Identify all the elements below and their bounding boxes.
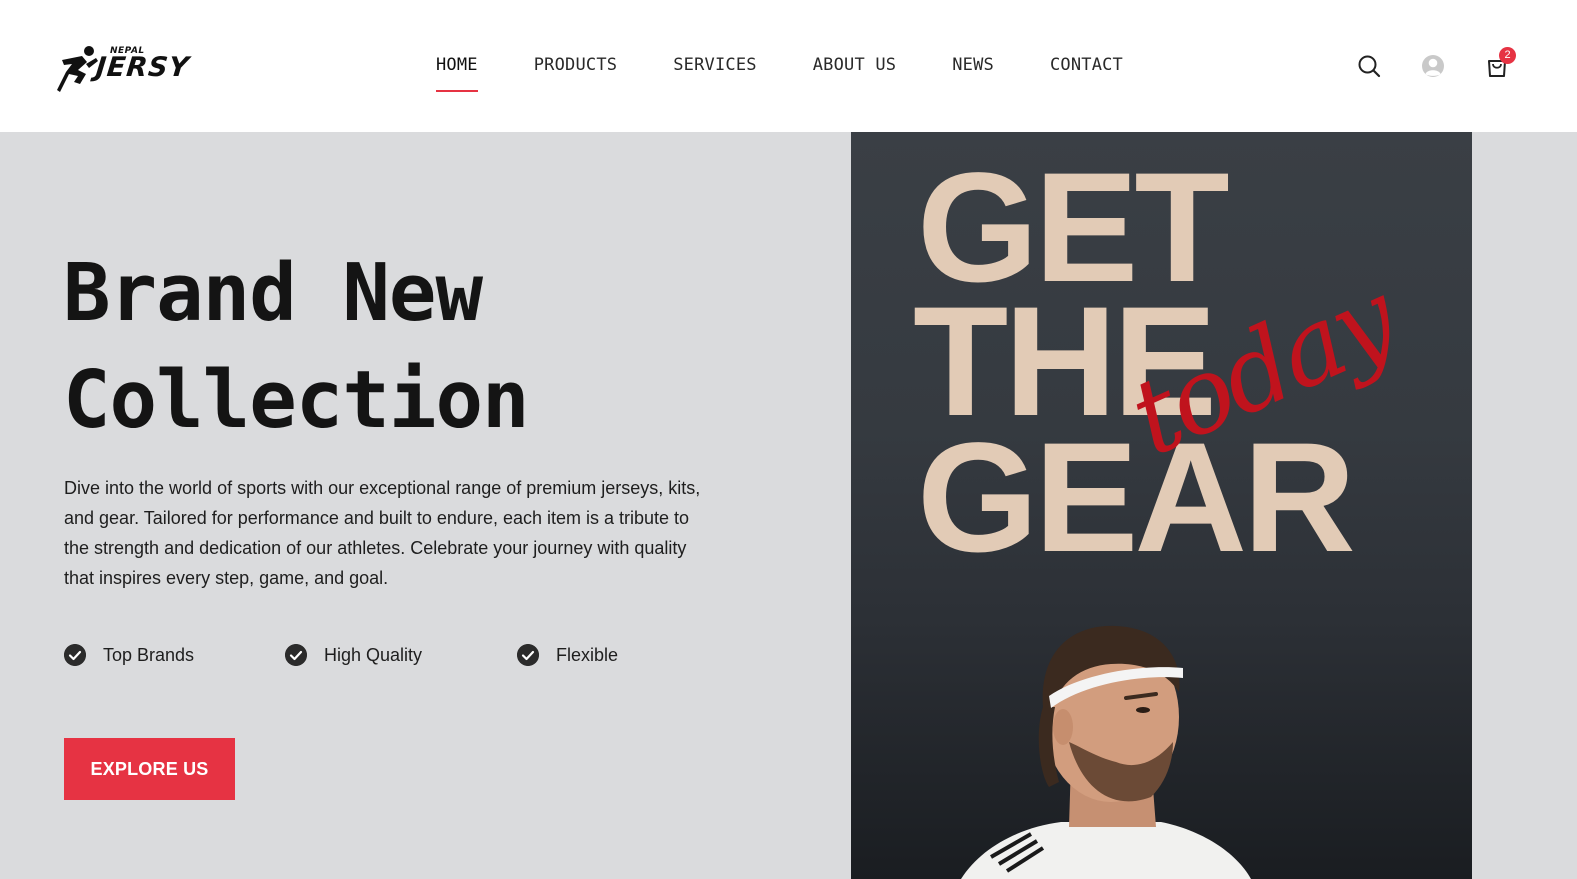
nav-news[interactable]: NEWS [952,52,994,86]
check-circle-icon [64,644,86,666]
search-icon[interactable] [1356,53,1382,79]
hero-title: Brand New Collection [63,240,763,454]
hero-poster-image: GET THE GEAR today [851,132,1472,879]
cart-count-badge: 2 [1499,47,1516,64]
check-circle-icon [285,644,307,666]
nav-services[interactable]: SERVICES [673,52,756,86]
feature-label: Top Brands [103,644,195,665]
poster-text-gear: GEAR [917,411,1356,585]
brand-logo[interactable]: NEPAL JERSY [56,44,216,94]
feature-label: High Quality [324,644,423,665]
nav-home[interactable]: HOME [436,52,478,92]
player-portrait-image [961,625,1251,879]
nav-about-us[interactable]: ABOUT US [813,52,896,86]
feature-label: Flexible [556,644,619,665]
nav-products[interactable]: PRODUCTS [534,52,617,86]
feature-item: High Quality [285,644,422,666]
user-icon[interactable] [1420,53,1446,79]
site-header: NEPAL JERSY HOME PRODUCTS SERVICES ABOUT… [0,0,1577,132]
hero-description: Dive into the world of sports with our e… [64,478,701,588]
brand-name: JERSY [94,52,191,83]
hero-title-line2: Collection [63,354,530,446]
check-circle-icon [517,644,539,666]
explore-us-button[interactable]: EXPLORE US [64,738,235,800]
feature-item: Flexible [517,644,618,666]
nav-contact[interactable]: CONTACT [1050,52,1123,86]
feature-item: Top Brands [64,644,194,666]
hero-section: Brand New Collection Dive into the world… [0,132,1577,879]
hero-title-line1: Brand New [63,247,483,339]
main-nav: HOME PRODUCTS SERVICES ABOUT US NEWS CON… [436,52,1179,92]
